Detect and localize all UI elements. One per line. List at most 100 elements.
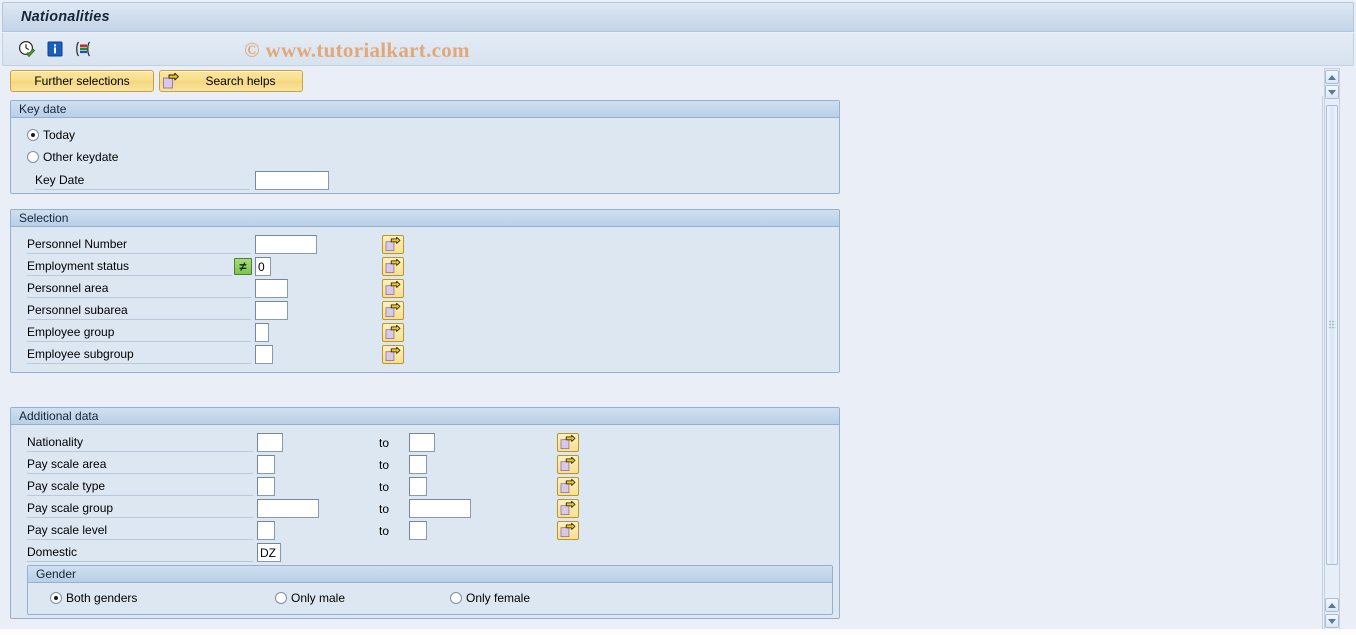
multiple-selection-button-nationality[interactable] xyxy=(557,433,579,452)
radio-other-keydate-label: Other keydate xyxy=(43,150,119,164)
input-employee-group[interactable] xyxy=(255,323,269,342)
input-personnel-number[interactable] xyxy=(255,235,317,254)
radio-only-female-label: Only female xyxy=(466,591,531,605)
input-personnel-area[interactable] xyxy=(255,279,288,298)
to-label-nationality: to xyxy=(379,435,390,450)
scrollbar-grip-icon xyxy=(1328,320,1336,329)
multiple-selection-button-pay-scale-area[interactable] xyxy=(557,455,579,474)
label-pay-scale-area: Pay scale area xyxy=(27,455,253,474)
selection-row-personnel-subarea: Personnel subarea xyxy=(27,301,288,320)
to-label-pay-scale-group: to xyxy=(379,501,390,516)
search-helps-label: Search helps xyxy=(205,74,276,88)
input-pay-scale-area-to[interactable] xyxy=(409,455,427,474)
additional-row-pay-scale-group: Pay scale group to xyxy=(27,499,471,518)
input-employee-subgroup[interactable] xyxy=(255,345,273,364)
radio-both-genders-icon[interactable] xyxy=(50,592,62,604)
label-pay-scale-group: Pay scale group xyxy=(27,499,253,518)
further-selections-button[interactable]: Further selections xyxy=(10,70,154,92)
to-label-pay-scale-type: to xyxy=(379,479,390,494)
radio-only-female-icon[interactable] xyxy=(450,592,462,604)
input-pay-scale-type-from[interactable] xyxy=(257,477,275,496)
radio-only-male-icon[interactable] xyxy=(275,592,287,604)
selection-row-employee-subgroup: Employee subgroup xyxy=(27,345,273,364)
input-domestic[interactable] xyxy=(257,543,281,562)
to-label-pay-scale-level: to xyxy=(379,523,390,538)
application-toolbar xyxy=(2,33,1354,66)
label-pay-scale-level: Pay scale level xyxy=(27,521,253,540)
keydate-option-today[interactable]: Today xyxy=(27,128,75,142)
selection-screen-content: Key date Today Other keydate Key Date Se… xyxy=(2,96,1322,632)
additional-row-pay-scale-type: Pay scale type to xyxy=(27,477,427,496)
selection-row-personnel-number: Personnel Number xyxy=(27,235,317,254)
input-personnel-subarea[interactable] xyxy=(255,301,288,320)
multiple-selection-button-personnel-area[interactable] xyxy=(382,279,404,298)
key-date-group-title: Key date xyxy=(11,101,839,118)
radio-only-male-label: Only male xyxy=(291,591,346,605)
input-nationality-from[interactable] xyxy=(257,433,283,452)
multiple-selection-button-employee-group[interactable] xyxy=(382,323,404,342)
scroll-down-button[interactable] xyxy=(1325,614,1339,628)
scroll-up-button[interactable] xyxy=(1325,70,1339,84)
gender-option-both[interactable]: Both genders xyxy=(50,591,137,605)
multiple-selection-button-pay-scale-level[interactable] xyxy=(557,521,579,540)
input-pay-scale-type-to[interactable] xyxy=(409,477,427,496)
additional-row-nationality: Nationality to xyxy=(27,433,435,452)
input-pay-scale-area-from[interactable] xyxy=(257,455,275,474)
execute-clock-icon[interactable] xyxy=(17,39,37,59)
window-titlebar: Nationalities xyxy=(2,2,1354,32)
variant-selection-icon[interactable] xyxy=(73,39,93,59)
label-nationality: Nationality xyxy=(27,433,253,452)
multiple-selection-button-personnel-number[interactable] xyxy=(382,235,404,254)
operator-button-employment-status[interactable]: ≠ xyxy=(234,258,252,275)
input-pay-scale-group-to[interactable] xyxy=(409,499,471,518)
radio-other-keydate-icon[interactable] xyxy=(27,151,39,163)
to-label-pay-scale-area: to xyxy=(379,457,390,472)
radio-today-icon[interactable] xyxy=(27,129,39,141)
selection-row-personnel-area: Personnel area xyxy=(27,279,288,298)
search-helps-button[interactable]: Search helps xyxy=(159,70,303,92)
multiple-selection-button-pay-scale-group[interactable] xyxy=(557,499,579,518)
keydate-option-other[interactable]: Other keydate xyxy=(27,150,118,164)
input-pay-scale-group-from[interactable] xyxy=(257,499,319,518)
input-pay-scale-level-from[interactable] xyxy=(257,521,275,540)
gender-option-male[interactable]: Only male xyxy=(275,591,345,605)
gender-option-female[interactable]: Only female xyxy=(450,591,530,605)
input-nationality-to[interactable] xyxy=(409,433,435,452)
additional-row-domestic: Domestic xyxy=(27,543,281,562)
input-pay-scale-level-to[interactable] xyxy=(409,521,427,540)
multiple-selection-button-pay-scale-type[interactable] xyxy=(557,477,579,496)
additional-data-group-title: Additional data xyxy=(11,408,839,425)
label-pay-scale-type: Pay scale type xyxy=(27,477,253,496)
scroll-up-button-secondary[interactable] xyxy=(1325,85,1339,99)
additional-data-group: Additional data Nationality to Pay scale… xyxy=(10,407,840,619)
selection-row-employment-status: Employment status ≠ xyxy=(27,257,271,276)
label-domestic: Domestic xyxy=(27,543,253,562)
label-employee-subgroup: Employee subgroup xyxy=(27,345,251,364)
chevron-up-icon-bottom xyxy=(1328,602,1336,608)
key-date-label: Key Date xyxy=(35,171,250,190)
vertical-scrollbar[interactable] xyxy=(1324,68,1340,632)
label-personnel-area: Personnel area xyxy=(27,279,251,298)
scroll-page-up-button[interactable] xyxy=(1325,598,1339,612)
key-date-input[interactable] xyxy=(255,171,329,190)
page-title: Nationalities xyxy=(21,9,110,25)
pane-divider xyxy=(1322,96,1323,632)
selection-button-row: Further selections Search helps xyxy=(2,68,1322,95)
label-employee-group: Employee group xyxy=(27,323,251,342)
multiple-selection-button-personnel-subarea[interactable] xyxy=(382,301,404,320)
selection-row-employee-group: Employee group xyxy=(27,323,269,342)
multiple-selection-button-employee-subgroup[interactable] xyxy=(382,345,404,364)
further-selections-label: Further selections xyxy=(34,74,130,88)
gender-group-body: Both genders Only male Only female xyxy=(28,583,832,614)
info-icon[interactable] xyxy=(45,39,65,59)
search-help-arrow-icon xyxy=(162,72,179,90)
input-employment-status[interactable] xyxy=(255,257,271,276)
radio-both-genders-label: Both genders xyxy=(66,591,138,605)
radio-today-label: Today xyxy=(43,128,76,142)
gender-group: Gender Both genders Only male Only femal… xyxy=(27,565,833,615)
multiple-selection-button-employment-status[interactable] xyxy=(382,257,404,276)
scrollbar-thumb[interactable] xyxy=(1326,105,1338,565)
chevron-down-icon xyxy=(1328,89,1336,95)
sap-selection-screen: Nationalities © www.tutorialkart.com Fur… xyxy=(0,0,1356,635)
label-personnel-number: Personnel Number xyxy=(27,235,251,254)
